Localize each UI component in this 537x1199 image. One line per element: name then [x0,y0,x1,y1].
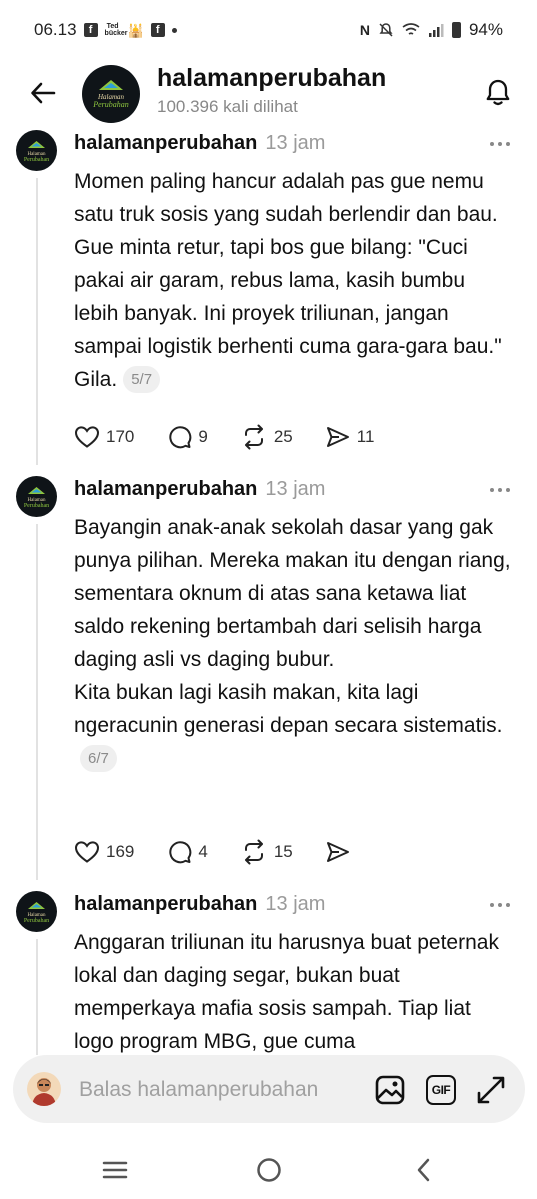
more-icon[interactable] [490,139,516,149]
author-avatar[interactable]: Halaman Perubahan [16,476,57,517]
thread-post[interactable]: Halaman Perubahan halamanperubahan 13 jam … [0,474,537,880]
profile-avatar[interactable]: Halaman Perubahan [82,65,140,123]
thread-page-badge: 5/7 [123,366,161,393]
post-text: Momen paling hancur adalah pas gue nemu … [74,170,502,393]
view-count: 100.396 kali dilihat [157,97,298,116]
reply-input[interactable] [79,1075,369,1105]
comment-icon [169,841,192,864]
more-icon[interactable] [490,900,516,910]
reply-bar: GIF [13,1055,525,1123]
recent-apps-button[interactable] [95,1154,135,1186]
comment-button[interactable]: 9 [166,424,208,450]
repost-count: 15 [273,842,293,861]
mosque-notification-icon: 🕌 [127,22,144,38]
share-count: 11 [356,427,375,446]
home-circle-icon [257,1158,281,1182]
halaman-perubahan-logo: HalamanPerubahan [24,141,49,163]
status-time: 06.13 [34,20,77,39]
more-notifications-dot-icon [171,27,177,33]
post-text: Anggaran triliunan itu harusnya buat pet… [74,931,499,1053]
notification-app-icon: Ted bücker [104,23,128,37]
thread-connector-line [36,178,38,465]
thread-connector-line [36,939,38,1055]
share-button[interactable] [325,840,357,864]
battery-level: 94% [468,20,503,39]
expand-icon [477,1076,505,1104]
post-actions: 170 9 25 11 [74,422,406,452]
author-avatar[interactable]: Halaman Perubahan [16,891,57,932]
like-button[interactable]: 169 [74,840,134,864]
nfc-icon: N [359,22,370,38]
user-avatar[interactable] [27,1072,61,1106]
share-button[interactable]: 11 [325,425,375,449]
thread-page-badge: 6/7 [80,745,117,772]
heart-icon [74,841,100,863]
chevron-left-icon [417,1158,430,1182]
thread-post[interactable]: Halaman Perubahan halamanperubahan 13 jam … [0,889,537,1055]
halaman-perubahan-logo: HalamanPerubahan [24,902,49,924]
more-icon[interactable] [490,485,516,495]
halaman-perubahan-logo: Halaman Perubahan [92,80,129,109]
post-text: Bayangin anak-anak sekolah dasar yang ga… [74,511,514,775]
post-time: 13 jam [265,893,326,915]
like-count: 169 [106,842,135,861]
status-bar: 06.13 f Ted bücker 🕌 f N 94% [0,0,537,60]
mute-icon [379,23,393,37]
profile-header: Halaman Perubahan halamanperubahan 100.3… [0,60,537,128]
wifi-icon [402,23,420,35]
system-back-button[interactable] [404,1154,444,1186]
notification-button[interactable] [478,72,518,112]
facebook-notification-icon: f [83,23,98,37]
post-time: 13 jam [265,132,326,154]
repost-count: 25 [273,427,293,446]
user-avatar-illustration [32,1078,56,1106]
add-image-button[interactable] [373,1073,407,1107]
like-count: 170 [106,427,135,446]
post-actions: 169 4 15 [74,837,389,867]
expand-composer-button[interactable] [474,1073,508,1107]
send-icon [326,842,349,862]
profile-title[interactable]: halamanperubahan [157,64,386,93]
signal-icon [428,24,444,37]
repost-button[interactable]: 25 [240,424,293,450]
comment-icon [169,426,192,449]
svg-text:Perubahan: Perubahan [24,918,49,924]
battery-icon [451,22,461,38]
send-icon [326,427,349,447]
repost-button[interactable]: 15 [240,839,293,865]
system-navigation-bar [0,1140,537,1199]
thread-connector-line [36,524,38,880]
halaman-perubahan-logo: HalamanPerubahan [24,487,49,509]
post-author[interactable]: halamanperubahan 13 jam [74,893,325,916]
repost-icon [244,424,263,450]
gif-icon: GIF [426,1075,456,1105]
repost-icon [244,839,263,865]
add-gif-button[interactable]: GIF [424,1073,458,1107]
author-avatar[interactable]: Halaman Perubahan [16,130,57,171]
like-button[interactable]: 170 [74,425,134,449]
svg-text:Perubahan: Perubahan [92,100,129,109]
image-icon [375,1075,405,1105]
svg-text:Perubahan: Perubahan [24,157,49,163]
arrow-left-icon [31,82,56,104]
svg-text:Perubahan: Perubahan [24,503,49,509]
thread-post[interactable]: Halaman Perubahan halamanperubahan 13 jam … [0,128,537,465]
comment-count: 4 [198,842,208,861]
home-button[interactable] [249,1154,289,1186]
post-time: 13 jam [265,478,326,500]
comment-count: 9 [198,427,208,446]
recent-apps-icon [102,1161,128,1179]
post-author[interactable]: halamanperubahan 13 jam [74,132,325,155]
bell-icon [486,79,510,106]
post-author[interactable]: halamanperubahan 13 jam [74,478,325,501]
facebook-notification-icon: f [150,23,165,37]
comment-button[interactable]: 4 [166,839,208,865]
heart-icon [74,426,100,448]
back-button[interactable] [24,74,62,112]
